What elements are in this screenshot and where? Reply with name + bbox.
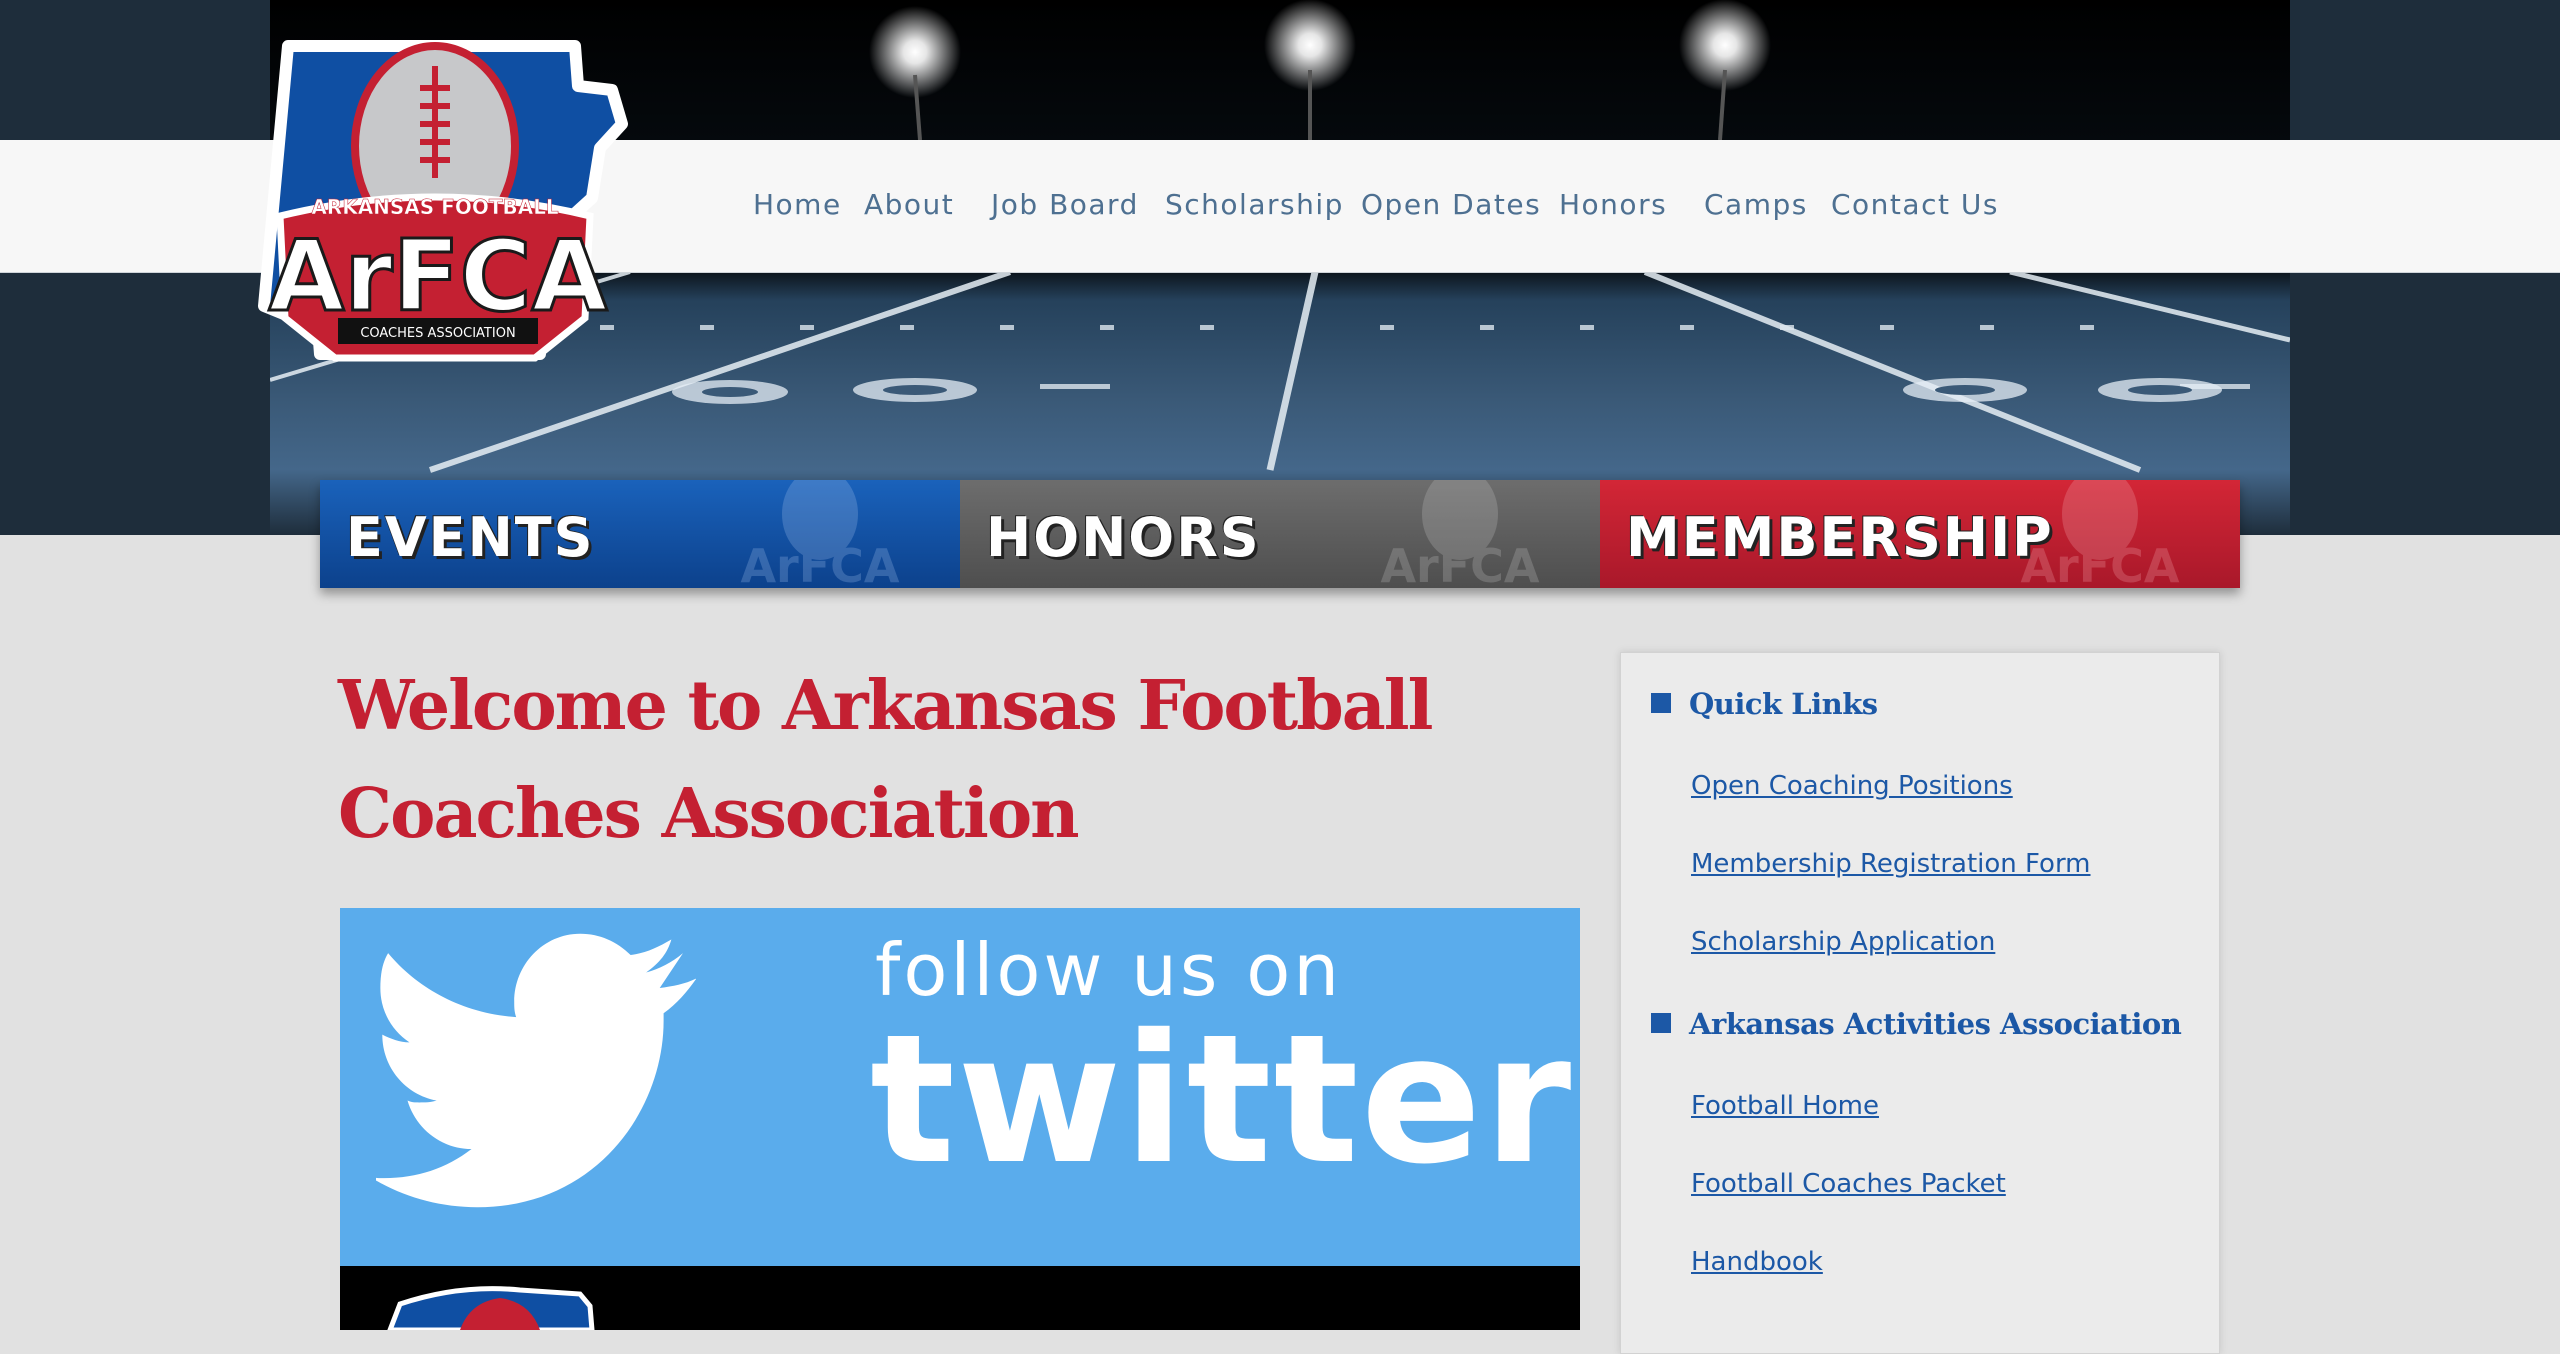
twitter-wordmark: twitter	[870, 996, 1574, 1203]
link-football-coaches-packet[interactable]: Football Coaches Packet	[1691, 1169, 2006, 1199]
sidebar-heading-quick-links: Quick Links	[1651, 687, 1878, 721]
honors-banner-button[interactable]: HONORS ArFCA	[960, 480, 1600, 588]
nav-job-board[interactable]: Job Board	[991, 188, 1139, 221]
nav-open-dates[interactable]: Open Dates	[1361, 188, 1541, 221]
logo-top-text: ARKANSAS FOOTBALL	[311, 195, 559, 219]
events-label: EVENTS	[346, 506, 595, 569]
embedded-feed-panel	[340, 1266, 1580, 1330]
link-open-coaching-positions[interactable]: Open Coaching Positions	[1691, 771, 2013, 801]
arfca-logo-partial-icon	[387, 1286, 595, 1330]
svg-text:ArFCA: ArFCA	[740, 539, 899, 588]
category-banner: EVENTS ArFCA HONORS ArFCA MEMBERSHIP ArF…	[320, 480, 2240, 588]
link-football-home[interactable]: Football Home	[1691, 1091, 1879, 1121]
membership-banner-button[interactable]: MEMBERSHIP ArFCA	[1600, 480, 2240, 588]
logo-bottom-text: COACHES ASSOCIATION	[360, 326, 515, 341]
nav-camps[interactable]: Camps	[1704, 188, 1808, 221]
square-bullet-icon	[1651, 1013, 1671, 1033]
twitter-follow-banner[interactable]: follow us on twitter	[340, 908, 1580, 1266]
sidebar: Quick Links Open Coaching Positions Memb…	[1620, 652, 2220, 1354]
arfca-watermark-icon: ArFCA	[2020, 480, 2180, 588]
nav-contact-us[interactable]: Contact Us	[1831, 188, 1999, 221]
square-bullet-icon	[1651, 693, 1671, 713]
link-scholarship-application[interactable]: Scholarship Application	[1691, 927, 1995, 957]
nav-about[interactable]: About	[864, 188, 954, 221]
events-banner-button[interactable]: EVENTS ArFCA	[320, 480, 960, 588]
membership-label: MEMBERSHIP	[1626, 506, 2054, 569]
twitter-bird-icon	[376, 933, 696, 1208]
logo-main-text: ArFCA	[269, 220, 608, 334]
sidebar-heading-arkansas-activities: Arkansas Activities Association	[1651, 1007, 2182, 1041]
page-title: Welcome to Arkansas Football Coaches Ass…	[338, 666, 1433, 854]
nav-scholarship[interactable]: Scholarship	[1165, 188, 1344, 221]
nav-honors[interactable]: Honors	[1559, 188, 1667, 221]
arfca-watermark-icon: ArFCA	[740, 480, 900, 588]
arfca-logo[interactable]: ARKANSAS FOOTBALL ArFCA COACHES ASSOCIAT…	[240, 28, 660, 378]
arfca-watermark-icon: ArFCA	[1380, 480, 1540, 588]
link-handbook[interactable]: Handbook	[1691, 1247, 1823, 1277]
svg-text:ArFCA: ArFCA	[2020, 539, 2179, 588]
link-membership-registration-form[interactable]: Membership Registration Form	[1691, 849, 2091, 879]
svg-text:ArFCA: ArFCA	[1380, 539, 1539, 588]
honors-label: HONORS	[986, 506, 1261, 569]
nav-home[interactable]: Home	[753, 188, 842, 221]
